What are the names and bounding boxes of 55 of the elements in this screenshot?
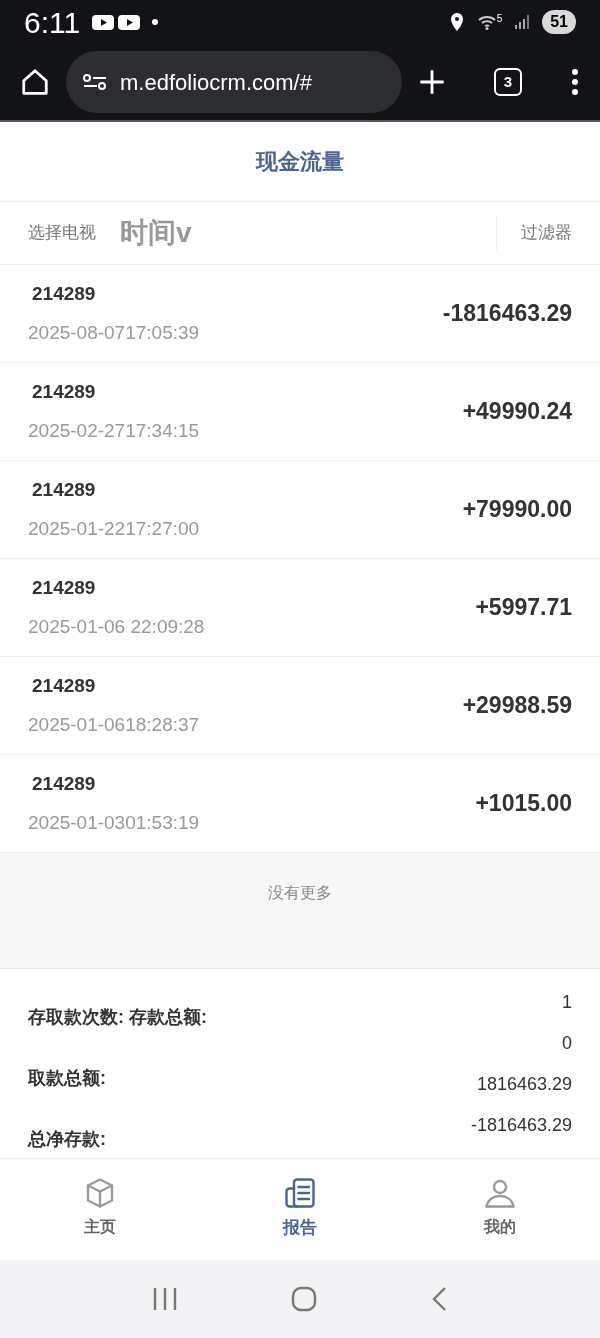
- video-play-icon: [92, 14, 115, 30]
- nav-tab[interactable]: 主页: [0, 1159, 200, 1260]
- new-tab-icon[interactable]: [418, 68, 446, 96]
- transaction-amount: +1015.00: [475, 789, 572, 819]
- transaction-time: 2025-02-2717:34:15: [28, 418, 200, 443]
- transaction-row[interactable]: 214289 2025-01-2217:27:00 +79990.00: [0, 461, 600, 559]
- tab-count-button[interactable]: 3: [494, 68, 522, 96]
- wifi-standard-label: 5: [496, 14, 503, 24]
- home-button-icon[interactable]: [290, 1285, 318, 1313]
- address-bar[interactable]: m.edfoliocrm.com/#: [66, 51, 402, 113]
- summary-value: -1816463.29: [470, 1114, 572, 1137]
- signal-icon: [514, 14, 531, 30]
- menu-icon[interactable]: [570, 68, 580, 96]
- filter-button[interactable]: 过滤器: [521, 220, 572, 246]
- page-title: 现金流量: [256, 148, 344, 176]
- transaction-row[interactable]: 214289 2025-01-06 22:09:28 +5997.71: [0, 559, 600, 657]
- summary-label: 存取款次数: 存款总额:: [28, 1006, 207, 1029]
- nav-tab[interactable]: 报告: [200, 1159, 400, 1260]
- transaction-amount: +5997.71: [475, 593, 572, 623]
- transaction-time: 2025-01-06 22:09:28: [28, 614, 205, 639]
- transaction-amount: +29988.59: [462, 691, 572, 721]
- transaction-time: 2025-01-2217:27:00: [28, 516, 200, 541]
- transaction-time: 2025-01-0618:28:37: [28, 712, 200, 737]
- transaction-id: 214289: [31, 380, 97, 404]
- transaction-row[interactable]: 214289 2025-08-0717:05:39 -1816463.29: [0, 265, 600, 363]
- transaction-row[interactable]: 214289 2025-02-2717:34:15 +49990.24: [0, 363, 600, 461]
- video-play-icon: [118, 14, 141, 30]
- transaction-amount: -1816463.29: [442, 299, 572, 329]
- summary-value: 0: [562, 1032, 572, 1055]
- transaction-time: 2025-01-0301:53:19: [28, 810, 200, 835]
- summary-label: 总净存款:: [28, 1128, 107, 1151]
- summary-label: 取款总额:: [28, 1067, 107, 1090]
- transaction-id: 214289: [31, 576, 97, 600]
- transaction-id: 214289: [31, 674, 97, 698]
- status-time: 6:11: [24, 4, 81, 41]
- url-text: m.edfoliocrm.com/#: [120, 68, 312, 97]
- select-label[interactable]: 选择电视: [28, 220, 96, 246]
- summary-value: 1: [562, 991, 572, 1014]
- no-more-text: 没有更多: [268, 883, 332, 903]
- transaction-row[interactable]: 214289 2025-01-0618:28:37 +29988.59: [0, 657, 600, 755]
- location-icon: [448, 12, 465, 32]
- transaction-id: 214289: [31, 282, 97, 306]
- wifi-icon: [476, 14, 497, 30]
- transaction-amount: +79990.00: [462, 495, 572, 525]
- transaction-id: 214289: [31, 478, 97, 502]
- site-settings-icon: [82, 72, 108, 92]
- summary-value: 1816463.29: [476, 1073, 572, 1096]
- nav-tab[interactable]: 我的: [400, 1159, 600, 1260]
- notification-dot-icon: [152, 19, 159, 25]
- transaction-id: 214289: [31, 772, 97, 796]
- transaction-amount: +49990.24: [462, 397, 572, 427]
- document-list-icon: [282, 1175, 318, 1211]
- battery-indicator: 51: [542, 10, 576, 34]
- transaction-time: 2025-08-0717:05:39: [28, 320, 200, 345]
- home-icon[interactable]: [20, 67, 50, 97]
